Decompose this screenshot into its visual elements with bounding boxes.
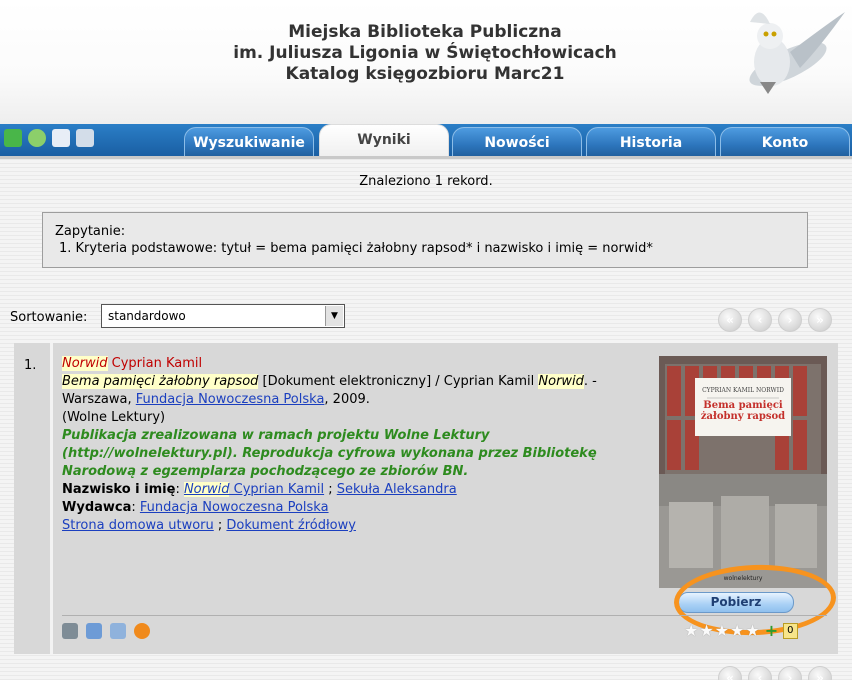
rating-stars[interactable]: ★ ★ ★ ★ ★ + 0 <box>684 623 798 639</box>
name-1-link[interactable]: Norwid Cyprian Kamil <box>183 482 325 497</box>
record-note: Publikacja zrealizowana w ramach projekt… <box>62 428 597 479</box>
add-rating-icon[interactable]: + <box>765 623 778 639</box>
publisher-colon: : <box>131 500 140 515</box>
links-separator: ; <box>213 518 227 533</box>
sort-selected-value: standardowo <box>108 309 186 323</box>
title-line-1: Miejska Biblioteka Publiczna <box>288 22 562 42</box>
record-links-line: Strona domowa utworu ; Dokument źródłowy <box>62 517 642 535</box>
single-page-icon[interactable] <box>52 129 70 147</box>
name-1-rest: Cyprian Kamil <box>229 482 325 497</box>
tab-wyniki[interactable]: Wyniki <box>319 124 449 156</box>
export-icon[interactable] <box>86 623 102 639</box>
imprint-place: Warszawa, <box>62 392 136 407</box>
last-page-icon[interactable]: » <box>808 666 832 680</box>
result-record: 1. Norwid Cyprian Kamil Bema pamięci żał… <box>14 343 838 654</box>
record-publisher-line: Wydawca: Fundacja Nowoczesna Polska <box>62 499 642 517</box>
search-globe-icon[interactable] <box>28 129 46 147</box>
cover-title-text: Bema pamięci żałobny rapsod <box>700 400 786 422</box>
star-icon[interactable]: ★ <box>699 623 713 639</box>
record-actions <box>62 623 150 639</box>
query-label: Zapytanie: <box>55 224 126 239</box>
next-page-icon[interactable]: › <box>778 666 802 680</box>
star-icon[interactable]: ★ <box>684 623 698 639</box>
owl-logo-icon <box>749 12 845 94</box>
record-names-line: Nazwisko i imię: Norwid Cyprian Kamil ; … <box>62 481 642 499</box>
title-tail: . - <box>583 374 597 389</box>
title-line-2: im. Juliusza Ligonia w Świętochłowicach <box>233 43 617 63</box>
query-box: Zapytanie: 1. Kryteria podstawowe: tytuł… <box>42 212 808 268</box>
imprint-year: , 2009. <box>324 392 370 407</box>
cover-logo-text: wolnelektury <box>724 575 763 582</box>
author-rest: Cyprian Kamil <box>107 356 203 371</box>
star-icon[interactable]: ★ <box>745 623 759 639</box>
record-number-column: 1. <box>14 343 50 654</box>
record-imprint-line: Warszawa, Fundacja Nowoczesna Polska, 20… <box>62 391 642 409</box>
record-divider <box>62 615 827 616</box>
author-highlight: Norwid <box>62 356 108 371</box>
cover-art: CYPRIAN KAMIL NORWID Bema pamięci żałobn… <box>659 356 827 588</box>
pager-top: « ‹ › » <box>718 308 832 332</box>
tab-wyszukiwanie[interactable]: Wyszukiwanie <box>184 127 314 156</box>
tab-nowosci[interactable]: Nowości <box>452 127 582 156</box>
sort-label: Sortowanie: <box>10 310 88 325</box>
first-page-icon[interactable]: « <box>718 308 742 332</box>
publisher-link[interactable]: Fundacja Nowoczesna Polska <box>140 500 329 515</box>
prev-page-icon[interactable]: ‹ <box>748 308 772 332</box>
title-rest: [Dokument elektroniczny] / Cyprian Kamil <box>258 374 539 389</box>
title-author-highlight: Norwid <box>538 374 584 389</box>
names-label: Nazwisko i imię <box>62 482 176 497</box>
next-page-icon[interactable]: › <box>778 308 802 332</box>
preview-search-icon[interactable] <box>134 623 150 639</box>
main-navbar: Wyszukiwanie Wyniki Nowości Historia Kon… <box>0 124 852 159</box>
tab-konto[interactable]: Konto <box>720 127 850 156</box>
record-author-line: Norwid Cyprian Kamil <box>62 355 642 373</box>
prev-page-icon[interactable]: ‹ <box>748 666 772 680</box>
send-email-icon[interactable] <box>110 623 126 639</box>
book-cover-image[interactable]: CYPRIAN KAMIL NORWID Bema pamięci żałobn… <box>659 356 827 588</box>
back-arrow-icon[interactable] <box>4 129 22 147</box>
rating-count-badge: 0 <box>783 623 798 639</box>
catalog-page: Miejska Biblioteka Publiczna im. Juliusz… <box>0 0 852 680</box>
chevron-down-icon[interactable]: ▼ <box>325 306 343 326</box>
names-separator: ; <box>324 482 337 497</box>
name-2-link[interactable]: Sekuła Aleksandra <box>337 482 457 497</box>
first-page-icon[interactable]: « <box>718 666 742 680</box>
title-line-3: Katalog księgozbioru Marc21 <box>285 64 565 84</box>
sort-select[interactable]: standardowo ▼ <box>101 304 345 328</box>
add-to-basket-icon[interactable] <box>62 623 78 639</box>
query-criteria: 1. Kryteria podstawowe: tytuł = bema pam… <box>59 241 653 256</box>
pager-bottom: « ‹ › » <box>718 666 832 680</box>
record-number: 1. <box>24 358 37 373</box>
title-highlight: Bema pamięci żałobny rapsod <box>62 374 259 389</box>
library-title: Miejska Biblioteka Publiczna im. Juliusz… <box>180 22 670 85</box>
record-series: (Wolne Lektury) <box>62 410 166 425</box>
download-button[interactable]: Pobierz <box>678 592 794 613</box>
star-icon[interactable]: ★ <box>715 623 729 639</box>
star-icon[interactable]: ★ <box>730 623 744 639</box>
names-colon: : <box>175 482 184 497</box>
tab-historia[interactable]: Historia <box>586 127 716 156</box>
source-document-link[interactable]: Dokument źródłowy <box>226 518 356 533</box>
publisher-label: Wydawca <box>62 500 132 515</box>
multi-page-icon[interactable] <box>76 129 94 147</box>
record-title-line: Bema pamięci żałobny rapsod [Dokument el… <box>62 373 642 391</box>
last-page-icon[interactable]: » <box>808 308 832 332</box>
record-description: Norwid Cyprian Kamil Bema pamięci żałobn… <box>62 355 642 535</box>
name-1-highlight: Norwid <box>183 482 230 497</box>
home-page-link[interactable]: Strona domowa utworu <box>62 518 214 533</box>
imprint-publisher-link[interactable]: Fundacja Nowoczesna Polska <box>136 392 325 407</box>
record-separator <box>50 343 53 654</box>
nav-icon-group <box>4 129 94 147</box>
cover-author-text: CYPRIAN KAMIL NORWID <box>702 387 784 394</box>
header-banner: Miejska Biblioteka Publiczna im. Juliusz… <box>0 0 852 124</box>
found-count-text: Znaleziono 1 rekord. <box>359 174 493 189</box>
